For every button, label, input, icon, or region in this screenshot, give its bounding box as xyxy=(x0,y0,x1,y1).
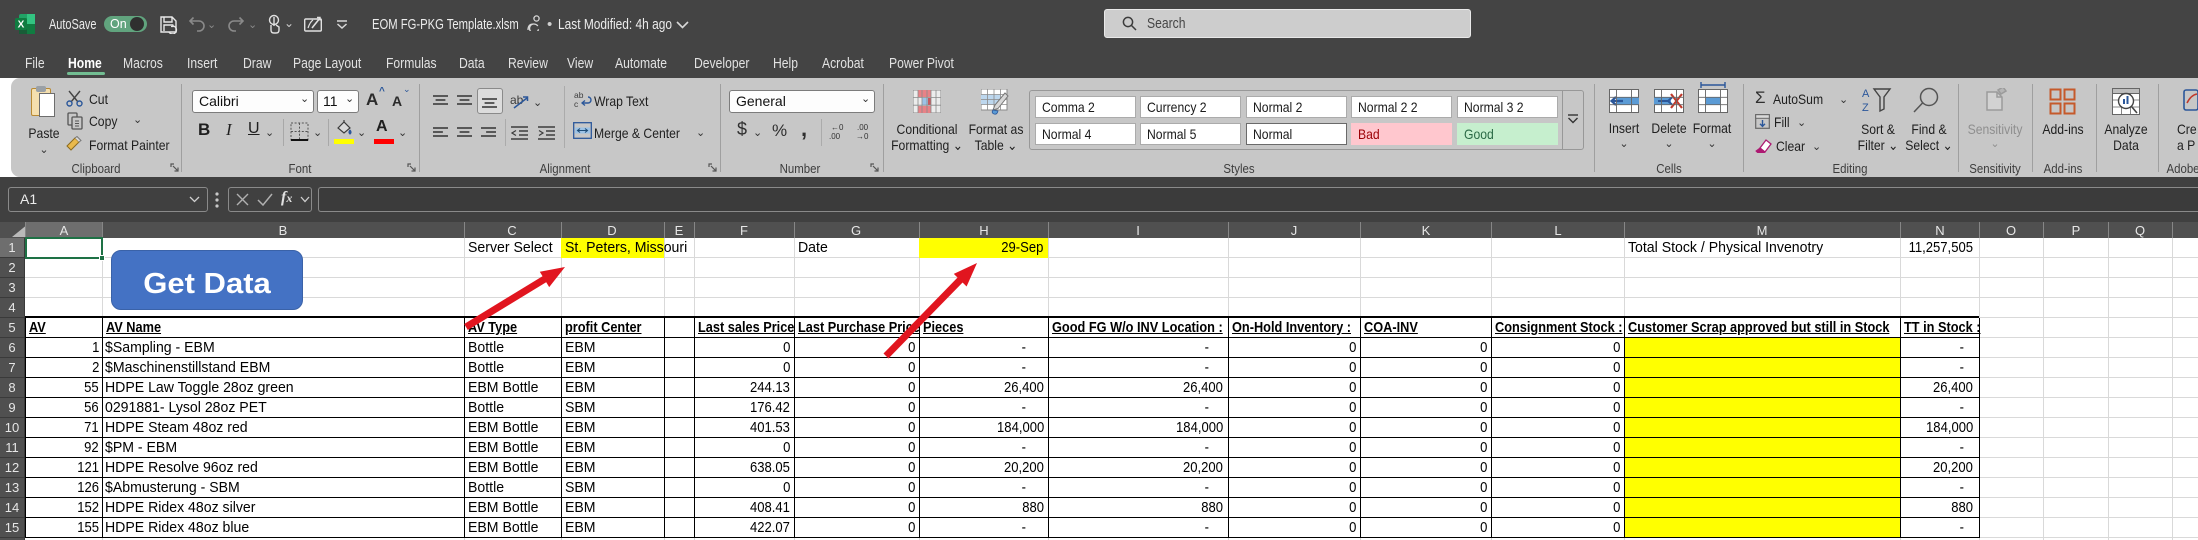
svg-text:A: A xyxy=(1862,88,1870,100)
svg-text:c: c xyxy=(574,99,579,108)
svg-text:←0: ←0 xyxy=(831,123,844,132)
svg-text:Z: Z xyxy=(1862,102,1869,113)
svg-text:X: X xyxy=(18,20,25,31)
svg-text:.00: .00 xyxy=(829,132,841,141)
svg-text:→0: →0 xyxy=(856,132,869,141)
svg-text:.00: .00 xyxy=(857,123,869,132)
